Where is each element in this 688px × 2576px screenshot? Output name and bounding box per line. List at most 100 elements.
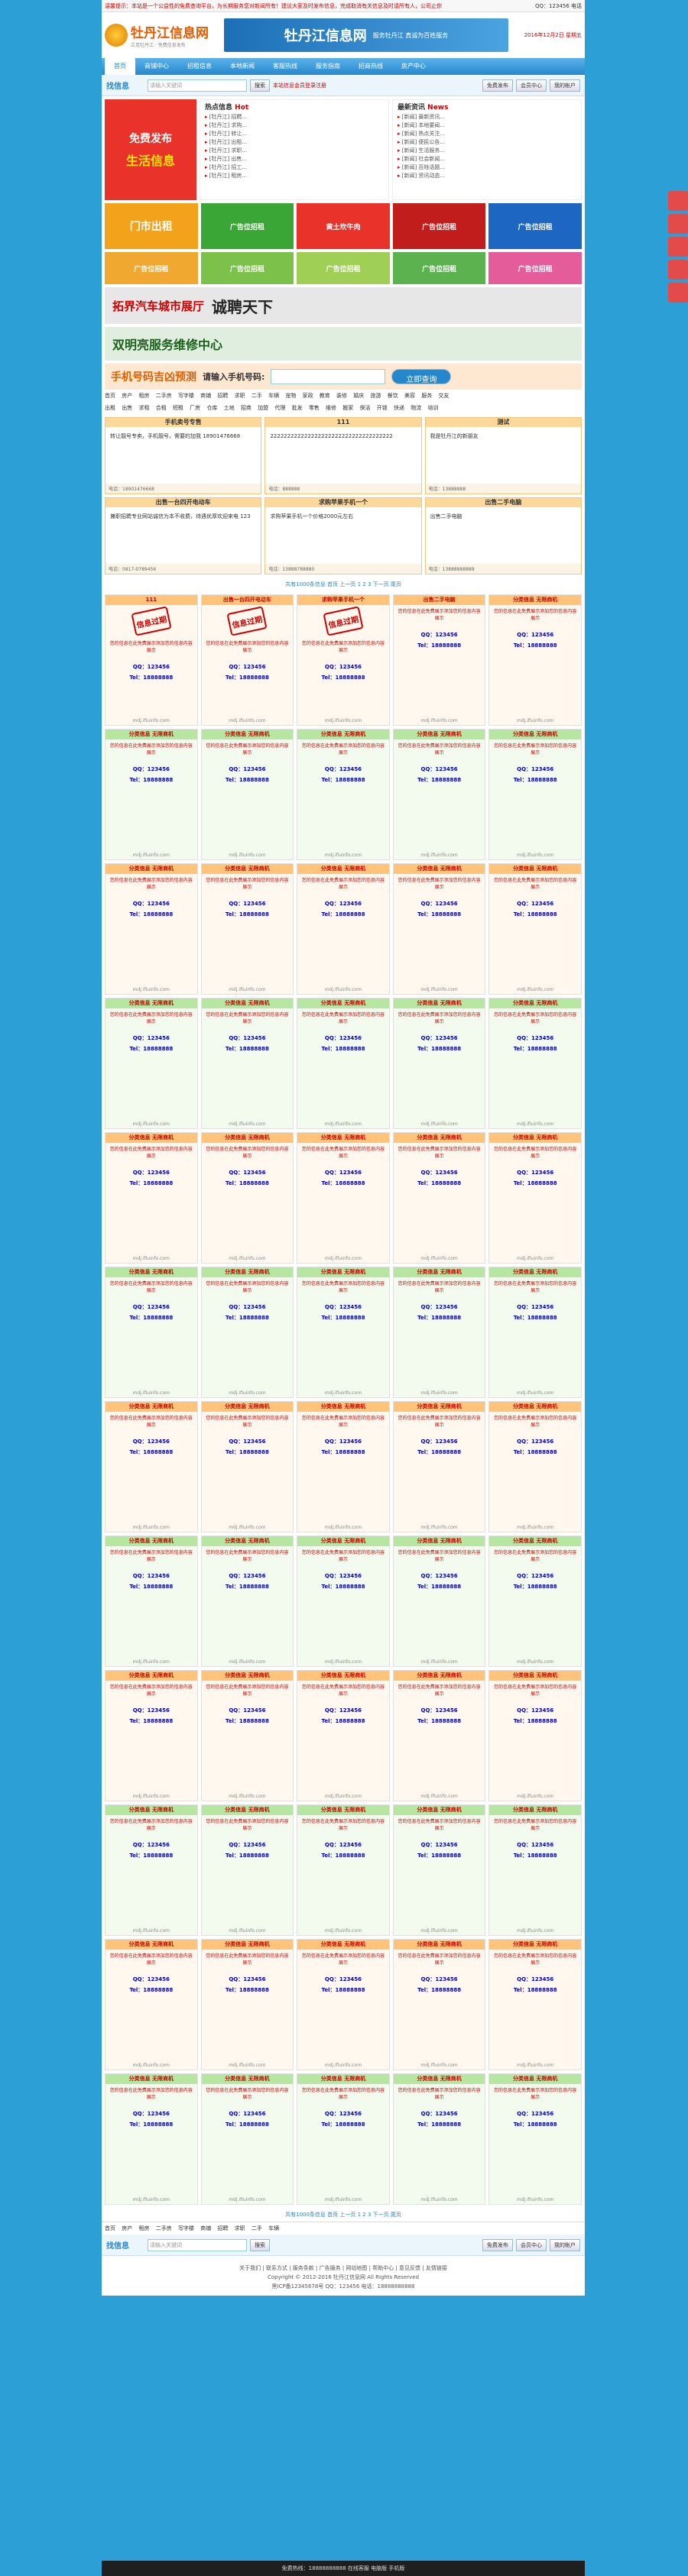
card-footer-link[interactable]: mdj.ifiuinfo.com (489, 1256, 581, 1261)
info-card[interactable]: 分类信息 无限商机 您的信息在此免费展示添加您的信息内容展示 QQ：123456 Te… (392, 863, 486, 995)
tag-link[interactable]: 写字楼 (178, 2225, 194, 2231)
info-card[interactable]: 分类信息 无限商机 您的信息在此免费展示添加您的信息内容展示 QQ：123456 Te… (105, 1670, 198, 1801)
info-card[interactable]: 分类信息 无限商机 您的信息在此免费展示添加您的信息内容展示 QQ：123456 Te… (392, 2073, 486, 2205)
card-footer-link[interactable]: mdj.ifiuinfo.com (105, 1121, 197, 1127)
tag-link[interactable]: 快递 (394, 405, 404, 411)
info-card[interactable]: 分类信息 无限商机 您的信息在此免费展示添加您的信息内容展示 QQ：123456 Te… (297, 863, 390, 995)
list-item[interactable]: [牡丹江] 求购... (205, 121, 384, 130)
tag-link[interactable]: 二手 (252, 2225, 262, 2231)
pager[interactable]: 共有1000条信息 首页 上一页 1 2 3 下一页 尾页 (102, 578, 585, 591)
info-card[interactable]: 分类信息 无限商机 您的信息在此免费展示添加您的信息内容展示 QQ：123456 Te… (488, 863, 582, 995)
card-footer-link[interactable]: mdj.ifiuinfo.com (394, 1525, 485, 1530)
pager-bottom[interactable]: 共有1000条信息 首页 上一页 1 2 3 下一页 尾页 (102, 2208, 585, 2222)
login-register-link[interactable]: 本站信息会员登录注册 (273, 82, 479, 89)
tag-link[interactable]: 搬家 (342, 405, 353, 411)
tag-link[interactable]: 写字楼 (178, 393, 194, 399)
tag-link[interactable]: 物流 (411, 405, 421, 411)
info-card[interactable]: 分类信息 无限商机 您的信息在此免费展示添加您的信息内容展示 QQ：123456 Te… (297, 1267, 390, 1398)
list-item[interactable]: [牡丹江] 出租... (205, 138, 384, 147)
card-footer-link[interactable]: mdj.ifiuinfo.com (489, 853, 581, 858)
card-footer-link[interactable]: mdj.ifiuinfo.com (202, 1928, 294, 1934)
info-card[interactable]: 分类信息 无限商机 您的信息在此免费展示添加您的信息内容展示 QQ：123456 Te… (297, 1132, 390, 1264)
info-card[interactable]: 分类信息 无限商机 您的信息在此免费展示添加您的信息内容展示 QQ：123456 Te… (488, 1536, 582, 1667)
side-float-icon[interactable] (668, 283, 688, 303)
card-footer-link[interactable]: mdj.ifiuinfo.com (105, 1525, 197, 1530)
info-card[interactable]: 分类信息 无限商机 您的信息在此免费展示添加您的信息内容展示 QQ：123456 Te… (488, 1132, 582, 1264)
info-card[interactable]: 分类信息 无限商机 您的信息在此免费展示添加您的信息内容展示 QQ：123456 Te… (200, 1670, 294, 1801)
tag-link[interactable]: 装修 (336, 393, 347, 399)
info-card[interactable]: 分类信息 无限商机 您的信息在此免费展示添加您的信息内容展示 QQ：123456 Te… (488, 998, 582, 1129)
card-footer-link[interactable]: mdj.ifiuinfo.com (297, 1256, 389, 1261)
info-card[interactable]: 分类信息 无限商机 您的信息在此免费展示添加您的信息内容展示 QQ：123456 Te… (392, 1401, 486, 1532)
nav-item[interactable]: 本地新闻 (221, 58, 264, 75)
card-footer-link[interactable]: mdj.ifiuinfo.com (297, 987, 389, 992)
list-item[interactable]: [牡丹江] 租房... (205, 172, 384, 180)
card-footer-link[interactable]: mdj.ifiuinfo.com (202, 853, 294, 858)
info-card[interactable]: 分类信息 无限商机 您的信息在此免费展示添加您的信息内容展示 QQ：123456 Te… (105, 1267, 198, 1398)
info-card[interactable]: 分类信息 无限商机 您的信息在此免费展示添加您的信息内容展示 QQ：123456 Te… (297, 2073, 390, 2205)
footer-link[interactable]: 关于我们 (239, 2265, 261, 2271)
card-footer-link[interactable]: mdj.ifiuinfo.com (202, 2063, 294, 2068)
info-card[interactable]: 出售二手电脑 您的信息在此免费展示添加您的信息内容展示 QQ：123456 Tel：1… (392, 594, 486, 726)
footer-link[interactable]: 联系方式 (266, 2265, 287, 2271)
card-footer-link[interactable]: mdj.ifiuinfo.com (394, 1121, 485, 1127)
card-footer-link[interactable]: mdj.ifiuinfo.com (297, 1928, 389, 1934)
info-card[interactable]: 分类信息 无限商机 您的信息在此免费展示添加您的信息内容展示 QQ：123456 Te… (200, 729, 294, 860)
search-input[interactable]: 请输入关键词 (148, 2238, 247, 2251)
card-footer-link[interactable]: mdj.ifiuinfo.com (202, 1256, 294, 1261)
nav-item[interactable]: 商铺中心 (135, 58, 178, 75)
info-card[interactable]: 分类信息 无限商机 您的信息在此免费展示添加您的信息内容展示 QQ：123456 Te… (297, 729, 390, 860)
tag-link[interactable]: 租房 (138, 393, 149, 399)
list-item[interactable]: [新闻] 便民公告... (398, 138, 576, 147)
card-footer-link[interactable]: mdj.ifiuinfo.com (105, 1928, 197, 1934)
tag-link[interactable]: 商铺 (200, 2225, 211, 2231)
member-center-button[interactable]: 会员中心 (516, 2238, 547, 2251)
info-card[interactable]: 分类信息 无限商机 您的信息在此免费展示添加您的信息内容展示 QQ：123456 Te… (200, 1939, 294, 2070)
info-card[interactable]: 分类信息 无限商机 您的信息在此免费展示添加您的信息内容展示 QQ：123456 Te… (105, 729, 198, 860)
info-card[interactable]: 分类信息 无限商机 您的信息在此免费展示添加您的信息内容展示 QQ：123456 Te… (488, 594, 582, 726)
tag-link[interactable]: 交友 (438, 393, 449, 399)
card-footer-link[interactable]: mdj.ifiuinfo.com (394, 987, 485, 992)
search-button[interactable]: 搜索 (250, 2238, 270, 2251)
nav-item[interactable]: 房产中心 (392, 58, 435, 75)
info-card[interactable]: 分类信息 无限商机 您的信息在此免费展示添加您的信息内容展示 QQ：123456 Te… (488, 1670, 582, 1801)
info-card[interactable]: 分类信息 无限商机 您的信息在此免费展示添加您的信息内容展示 QQ：123456 Te… (297, 1939, 390, 2070)
card-footer-link[interactable]: mdj.ifiuinfo.com (105, 1794, 197, 1799)
card-footer-link[interactable]: mdj.ifiuinfo.com (297, 1659, 389, 1665)
card-footer-link[interactable]: mdj.ifiuinfo.com (489, 1794, 581, 1799)
site-logo[interactable]: 牡丹江信息网 立足牡丹江 · 免费信息发布 (105, 19, 219, 51)
footer-link[interactable]: 网站地图 (346, 2265, 367, 2271)
ad-slot[interactable]: 广告位招租 (488, 252, 582, 284)
card-footer-link[interactable]: mdj.ifiuinfo.com (489, 1525, 581, 1530)
nav-item-home[interactable]: 首页 (105, 58, 135, 75)
card-footer-link[interactable]: mdj.ifiuinfo.com (394, 1390, 485, 1396)
info-card[interactable]: 分类信息 无限商机 您的信息在此免费展示添加您的信息内容展示 QQ：123456 Te… (392, 1536, 486, 1667)
card-footer-link[interactable]: mdj.ifiuinfo.com (489, 718, 581, 723)
tag-link[interactable]: 二手房 (156, 393, 172, 399)
card-footer-link[interactable]: mdj.ifiuinfo.com (489, 1121, 581, 1127)
info-card[interactable]: 分类信息 无限商机 您的信息在此免费展示添加您的信息内容展示 QQ：123456 Te… (392, 998, 486, 1129)
ad-slot[interactable]: 广告位招租 (297, 252, 390, 284)
tag-link[interactable]: 服务 (421, 393, 432, 399)
tag-link[interactable]: 零售 (309, 405, 320, 411)
tag-link[interactable]: 车辆 (268, 2225, 279, 2231)
tag-link[interactable]: 保洁 (360, 405, 371, 411)
tag-link[interactable]: 土地 (224, 405, 235, 411)
info-card[interactable]: 分类信息 无限商机 您的信息在此免费展示添加您的信息内容展示 QQ：123456 Te… (392, 1132, 486, 1264)
card-footer-link[interactable]: mdj.ifiuinfo.com (202, 1390, 294, 1396)
info-card[interactable]: 分类信息 无限商机 您的信息在此免费展示添加您的信息内容展示 QQ：123456 Te… (488, 1401, 582, 1532)
footer-link[interactable]: 广告服务 (320, 2265, 341, 2271)
nav-item[interactable]: 服务指南 (307, 58, 349, 75)
tag-link[interactable]: 旅游 (371, 393, 381, 399)
info-card[interactable]: 分类信息 无限商机 您的信息在此免费展示添加您的信息内容展示 QQ：123456 Te… (488, 1939, 582, 2070)
tag-link[interactable]: 车辆 (268, 393, 279, 399)
list-item[interactable]: [牡丹江] 求职... (205, 147, 384, 155)
card-footer-link[interactable]: mdj.ifiuinfo.com (297, 1121, 389, 1127)
card-footer-link[interactable]: mdj.ifiuinfo.com (105, 2197, 197, 2202)
card-footer-link[interactable]: mdj.ifiuinfo.com (394, 1256, 485, 1261)
card-footer-link[interactable]: mdj.ifiuinfo.com (394, 1659, 485, 1665)
tag-link[interactable]: 商铺 (200, 393, 211, 399)
member-center-button[interactable]: 会员中心 (516, 79, 547, 92)
card-footer-link[interactable]: mdj.ifiuinfo.com (394, 718, 485, 723)
info-card[interactable]: 分类信息 无限商机 您的信息在此免费展示添加您的信息内容展示 QQ：123456 Te… (488, 1267, 582, 1398)
